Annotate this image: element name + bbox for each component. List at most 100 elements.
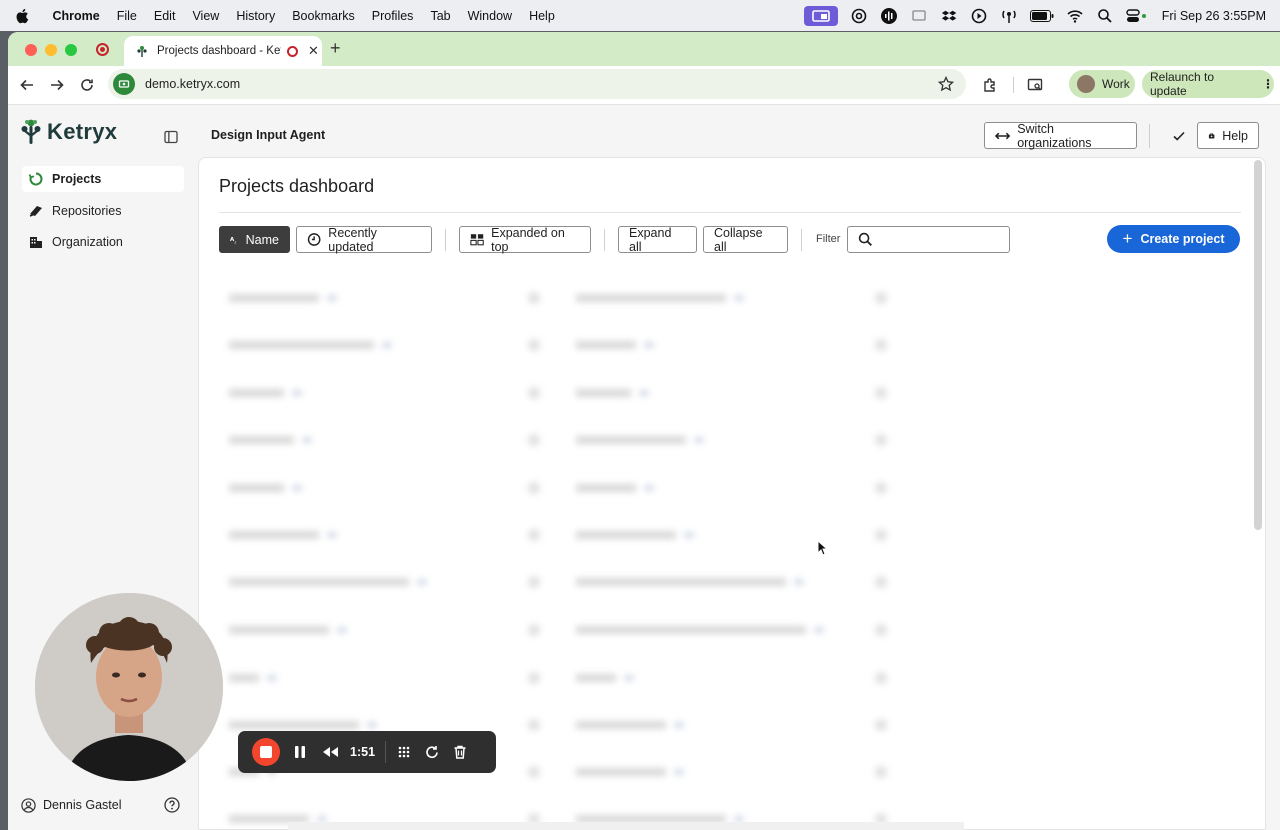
window-controls (25, 44, 77, 56)
tab-search-icon[interactable] (1027, 77, 1043, 93)
bookmark-star-icon[interactable] (938, 76, 954, 92)
project-card-blurred[interactable] (219, 567, 544, 597)
menu-tab[interactable]: Tab (430, 9, 450, 23)
project-card-blurred[interactable] (566, 710, 891, 740)
menu-app-name[interactable]: Chrome (53, 9, 100, 23)
menu-history[interactable]: History (236, 9, 275, 23)
project-card-blurred[interactable] (566, 663, 891, 693)
switch-organizations-label: Switch organizations (1017, 121, 1092, 150)
project-card-blurred[interactable] (566, 473, 891, 503)
sort-by-name-button[interactable]: Az Name (219, 226, 290, 253)
spotlight-search-icon[interactable] (1096, 8, 1114, 24)
filter-search-input[interactable] (847, 226, 1010, 253)
project-card-blurred[interactable] (566, 757, 891, 787)
menu-profiles[interactable]: Profiles (372, 9, 414, 23)
at-sign-icon[interactable] (850, 8, 868, 24)
drag-handle-icon[interactable] (396, 744, 412, 760)
forward-arrow-icon[interactable] (49, 77, 65, 93)
sidebar-item-repositories[interactable]: Repositories (22, 198, 184, 224)
sidebar-item-label: Organization (52, 235, 123, 249)
apple-icon[interactable] (14, 7, 32, 25)
ketryx-logo-icon (21, 119, 41, 144)
main-scrollbar[interactable] (1254, 160, 1262, 530)
control-center-icon[interactable] (1126, 8, 1148, 24)
tab-close-icon[interactable]: ✕ (308, 43, 319, 59)
close-window-button[interactable] (25, 44, 37, 56)
menu-view[interactable]: View (192, 9, 219, 23)
extensions-icon[interactable] (982, 77, 998, 93)
project-card-blurred[interactable] (219, 425, 544, 455)
battery-icon[interactable] (1029, 9, 1054, 22)
menu-bookmarks[interactable]: Bookmarks (292, 9, 355, 23)
menubar-clock[interactable]: Fri Sep 26 3:55PM (1162, 9, 1266, 23)
project-card-blurred[interactable] (566, 567, 891, 597)
filter-divider (445, 229, 446, 251)
sidebar-item-projects[interactable]: Projects (22, 166, 184, 192)
play-circle-icon[interactable] (970, 8, 988, 24)
dropbox-icon[interactable] (940, 8, 958, 24)
collapse-all-button[interactable]: Collapse all (703, 226, 788, 254)
mouse-cursor-icon (817, 540, 828, 556)
projects-icon (28, 172, 43, 186)
project-card-blurred[interactable] (566, 520, 891, 550)
rewind-icon[interactable] (320, 744, 340, 760)
expand-all-button[interactable]: Expand all (618, 226, 697, 254)
help-button[interactable]: Help (1197, 122, 1259, 149)
project-card-blurred[interactable] (219, 520, 544, 550)
project-card-blurred[interactable] (566, 378, 891, 408)
broadcast-icon[interactable] (1000, 8, 1018, 24)
back-arrow-icon[interactable] (19, 77, 35, 93)
wifi-icon[interactable] (1066, 8, 1084, 24)
project-card-blurred[interactable] (219, 615, 544, 645)
presenter-video-image (35, 593, 223, 781)
project-card-blurred[interactable] (219, 473, 544, 503)
project-card-blurred[interactable] (219, 283, 544, 313)
project-card-blurred[interactable] (566, 283, 891, 313)
sort-by-recently-updated-button[interactable]: Recently updated (296, 226, 432, 254)
reload-icon[interactable] (79, 77, 95, 93)
create-project-button[interactable]: + Create project (1107, 225, 1240, 253)
project-card-blurred[interactable] (566, 425, 891, 455)
project-card-blurred[interactable] (219, 378, 544, 408)
ketryx-logo[interactable]: Ketryx (20, 118, 117, 146)
stop-recording-button[interactable] (252, 738, 280, 766)
title-divider (219, 212, 1241, 213)
menu-help[interactable]: Help (529, 9, 555, 23)
trash-icon[interactable] (452, 744, 468, 760)
menu-edit[interactable]: Edit (154, 9, 176, 23)
menu-file[interactable]: File (117, 9, 137, 23)
expanded-on-top-button[interactable]: Expanded on top (459, 226, 591, 254)
project-card-blurred[interactable] (219, 663, 544, 693)
background-window-strip (288, 822, 964, 830)
minimize-window-button[interactable] (45, 44, 57, 56)
tab-recording-indicator-icon[interactable] (96, 43, 109, 56)
help-circle-icon[interactable] (164, 797, 180, 813)
tab-strip: Projects dashboard - Ketryx ✕ + (8, 32, 1280, 66)
clock-icon (307, 233, 321, 246)
screen-recording-icon[interactable] (803, 5, 838, 26)
project-card-blurred[interactable] (566, 615, 891, 645)
project-card-blurred[interactable] (566, 330, 891, 360)
zoom-window-button[interactable] (65, 44, 77, 56)
url-text[interactable]: demo.ketryx.com (145, 77, 240, 91)
sidebar-toggle-icon[interactable] (164, 130, 178, 144)
site-info-icon[interactable] (113, 73, 135, 95)
audio-waveform-icon[interactable] (880, 7, 898, 24)
menu-window[interactable]: Window (468, 9, 512, 23)
restart-icon[interactable] (424, 744, 440, 760)
profile-button[interactable]: Work (1069, 70, 1135, 98)
switch-organizations-button[interactable]: Switch organizations (984, 121, 1137, 150)
more-menu-icon[interactable]: ⋮ (1262, 77, 1274, 91)
screen-mirror-icon[interactable] (910, 8, 928, 24)
tab-projects-dashboard[interactable]: Projects dashboard - Ketryx ✕ (124, 36, 322, 66)
project-card-blurred[interactable] (219, 330, 544, 360)
checkmark-icon[interactable] (1172, 129, 1186, 143)
webcam-bubble[interactable] (35, 593, 223, 781)
pause-icon[interactable] (292, 744, 308, 760)
new-tab-button[interactable]: + (330, 38, 341, 59)
relaunch-label: Relaunch to update (1150, 70, 1215, 98)
user-profile[interactable]: Dennis Gastel (21, 795, 187, 815)
relaunch-to-update-button[interactable]: Relaunch to update ⋮ (1142, 70, 1274, 98)
sidebar-item-organization[interactable]: Organization (22, 229, 184, 255)
address-bar[interactable]: demo.ketryx.com (108, 69, 966, 99)
